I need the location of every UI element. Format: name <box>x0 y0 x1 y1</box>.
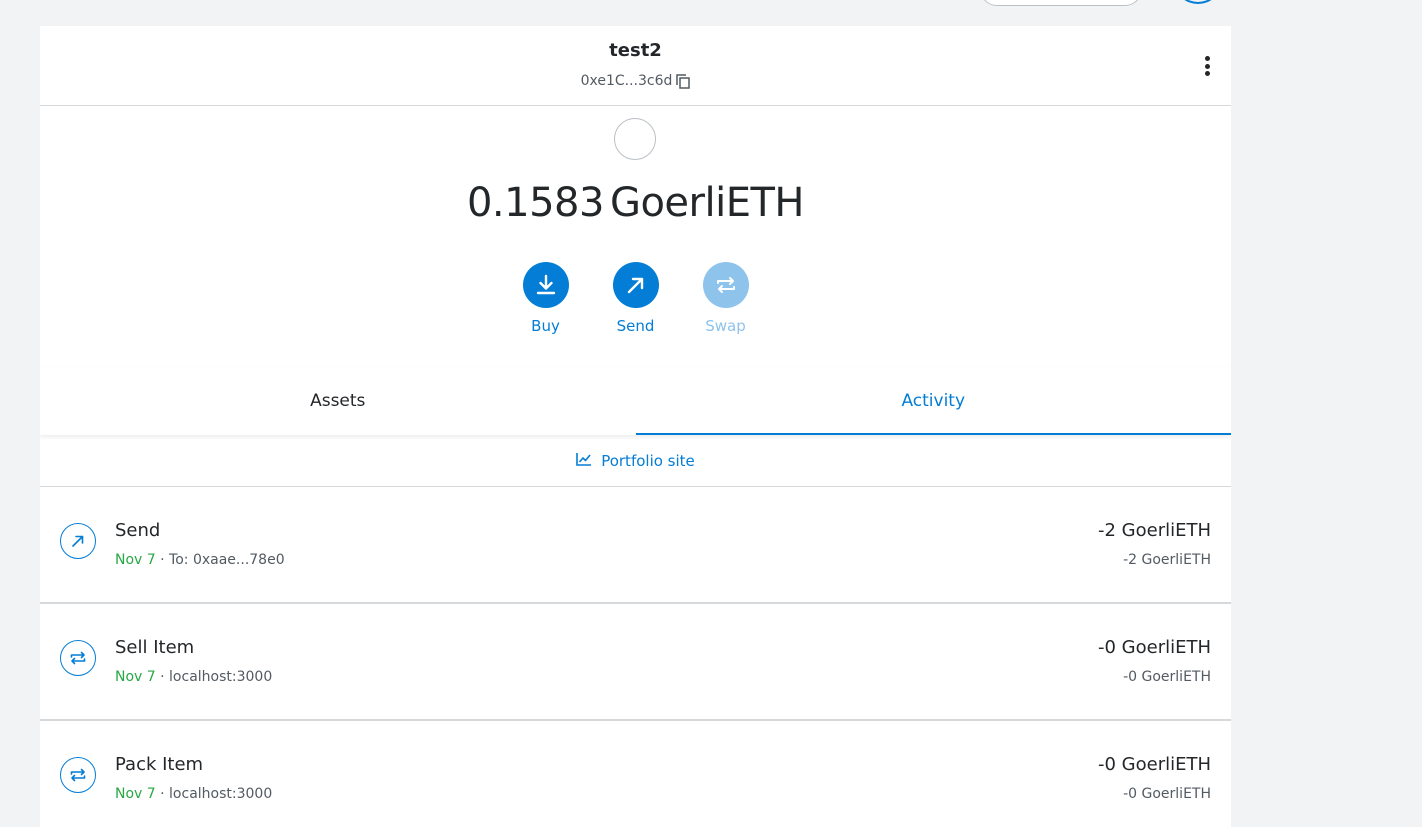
transaction-separator: · <box>160 786 165 802</box>
account-name: test2 <box>609 40 662 61</box>
balance-amount: 0.1583 <box>466 180 604 226</box>
balance-display: 0.1583 GoerliETH <box>40 180 1231 226</box>
portfolio-bar: Portfolio site <box>40 435 1231 487</box>
action-buttons: Buy Send Swap <box>40 262 1231 335</box>
transaction-amount: -0 GoerliETH <box>1097 754 1211 775</box>
transaction-subtitle: Nov 7 · localhost:3000 <box>115 669 272 685</box>
arrow-up-right-icon <box>612 262 659 308</box>
transaction-secondary-amount: -0 GoerliETH <box>1123 786 1211 802</box>
transaction-secondary-amount: -0 GoerliETH <box>1123 669 1211 685</box>
transaction-title: Sell Item <box>115 637 195 658</box>
transaction-detail: localhost:3000 <box>169 669 273 685</box>
swap-button[interactable]: Swap <box>702 262 749 335</box>
account-options-kebab-icon[interactable] <box>1199 54 1215 78</box>
activity-list: Send Nov 7 · To: 0xaae...78e0 -2 GoerliE… <box>40 487 1231 827</box>
tab-assets[interactable]: Assets <box>40 368 636 435</box>
chart-line-icon <box>576 452 592 470</box>
tab-activity[interactable]: Activity <box>635 368 1231 435</box>
transaction-row[interactable]: Pack Item Nov 7 · localhost:3000 -0 Goer… <box>40 721 1231 827</box>
send-button[interactable]: Send <box>612 262 659 335</box>
transaction-date: Nov 7 <box>115 669 156 685</box>
swap-icon <box>60 640 96 676</box>
transaction-row[interactable]: Sell Item Nov 7 · localhost:3000 -0 Goer… <box>40 604 1231 721</box>
send-label: Send <box>616 317 655 335</box>
transaction-separator: · <box>160 552 165 568</box>
swap-icon <box>702 262 749 308</box>
transaction-title: Send <box>115 520 161 541</box>
transaction-subtitle: Nov 7 · localhost:3000 <box>115 786 272 802</box>
transaction-separator: · <box>160 669 165 685</box>
transaction-date: Nov 7 <box>115 552 156 568</box>
portfolio-site-label: Portfolio site <box>601 451 695 470</box>
transaction-title: Pack Item <box>115 754 204 775</box>
transaction-date: Nov 7 <box>115 786 156 802</box>
arrow-up-right-icon <box>60 523 96 559</box>
buy-label: Buy <box>531 317 560 335</box>
swap-label: Swap <box>705 317 746 335</box>
transaction-detail: To: 0xaae...78e0 <box>169 552 285 568</box>
download-icon <box>522 262 569 308</box>
account-menu-avatar[interactable] <box>1175 0 1221 4</box>
transaction-amount: -2 GoerliETH <box>1097 520 1211 541</box>
transaction-row[interactable]: Send Nov 7 · To: 0xaae...78e0 -2 GoerliE… <box>40 487 1231 604</box>
transaction-amount: -0 GoerliETH <box>1097 637 1211 658</box>
swap-icon <box>60 757 96 793</box>
portfolio-site-link[interactable]: Portfolio site <box>576 452 695 470</box>
transaction-detail: localhost:3000 <box>169 786 273 802</box>
account-header: test2 0xe1C...3c6d <box>40 26 1231 106</box>
transaction-secondary-amount: -2 GoerliETH <box>1123 552 1211 568</box>
tab-bar: Assets Activity <box>40 368 1231 435</box>
wallet-overview-card: test2 0xe1C...3c6d 0.1583 GoerliETH Buy … <box>40 26 1231 827</box>
network-selector[interactable] <box>980 0 1142 6</box>
account-address-button[interactable]: 0xe1C...3c6d <box>40 73 1231 89</box>
buy-button[interactable]: Buy <box>522 262 569 335</box>
balance-symbol: GoerliETH <box>609 180 805 226</box>
account-address: 0xe1C...3c6d <box>580 73 673 89</box>
transaction-subtitle: Nov 7 · To: 0xaae...78e0 <box>115 552 285 568</box>
copy-icon[interactable] <box>676 73 691 89</box>
token-avatar-icon <box>614 118 656 160</box>
